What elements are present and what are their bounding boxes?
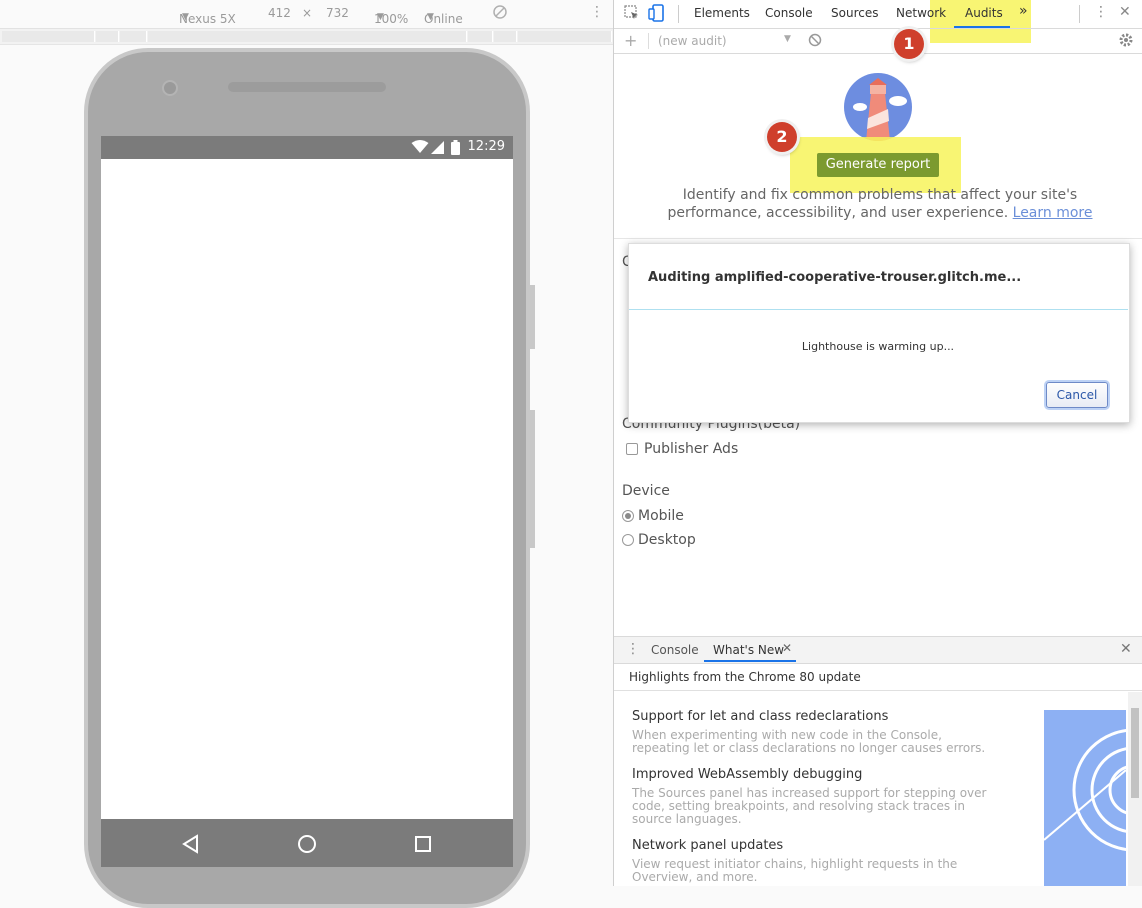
audits-description: Identify and fix common problems that af…	[650, 186, 1110, 222]
devtools-tab-bar: Elements Console Sources Network Audits …	[614, 0, 1142, 29]
chevron-down-icon: ▼	[784, 34, 791, 44]
tab-sources[interactable]: Sources	[831, 6, 878, 20]
mobile-radio[interactable]	[622, 510, 634, 522]
whats-new-illustration	[1044, 710, 1126, 886]
status-time: 12:29	[467, 139, 505, 154]
home-icon[interactable]	[297, 834, 317, 858]
step-marker-1: 1	[894, 29, 924, 59]
tab-elements[interactable]: Elements	[694, 6, 750, 20]
inspect-element-icon[interactable]	[624, 5, 640, 24]
whats-new-item-body: When experimenting with new code in the …	[632, 728, 986, 755]
mobile-label: Mobile	[638, 508, 684, 524]
publisher-ads-label: Publisher Ads	[644, 441, 739, 457]
whats-new-item-body: View request initiator chains, highlight…	[632, 857, 958, 884]
chevron-down-icon: ▼	[427, 12, 434, 22]
back-icon[interactable]	[181, 834, 201, 858]
whats-new-item-title[interactable]: Support for let and class redeclarations	[632, 709, 888, 724]
phone-status-bar: 12:29	[101, 136, 513, 159]
description-line-1: Identify and fix common problems that af…	[682, 187, 1078, 203]
audit-select[interactable]: (new audit)	[658, 34, 727, 48]
drawer-menu-icon[interactable]: ⋮	[626, 641, 640, 657]
lighthouse-logo-icon	[844, 73, 912, 141]
chevron-down-icon: ▼	[182, 12, 189, 22]
media-query-ruler	[0, 29, 613, 45]
whats-new-item-title[interactable]: Improved WebAssembly debugging	[632, 767, 862, 782]
phone-nav-bar	[101, 819, 513, 867]
phone-camera	[162, 80, 178, 96]
battery-icon	[451, 140, 460, 159]
drawer-tab-console[interactable]: Console	[651, 643, 699, 657]
whats-new-item-body: The Sources panel has increased support …	[632, 786, 987, 826]
dimension-separator: ×	[302, 6, 313, 20]
publisher-ads-checkbox[interactable]	[626, 443, 638, 455]
whats-new-highlights: Highlights from the Chrome 80 update	[629, 670, 861, 684]
device-toolbar-toggle-icon[interactable]	[648, 4, 666, 25]
description-text: performance, accessibility, and user exp…	[667, 205, 1009, 221]
dialog-status-message: Lighthouse is warming up...	[801, 340, 955, 353]
dialog-divider	[629, 309, 1128, 310]
cancel-button[interactable]: Cancel	[1046, 382, 1108, 408]
dialog-title: Auditing amplified-cooperative-trouser.g…	[648, 270, 1022, 285]
device-toolbar: Nexus 5X ▼ 412 × 732 100% ▼ Online ▼ ⋮	[0, 0, 613, 29]
wifi-icon	[411, 140, 429, 158]
clear-icon[interactable]	[808, 33, 822, 50]
devtools-menu-icon[interactable]: ⋮	[1094, 4, 1108, 20]
whats-new-item-title[interactable]: Network panel updates	[632, 838, 783, 853]
recents-icon[interactable]	[414, 835, 432, 857]
settings-gear-icon[interactable]	[1118, 32, 1134, 51]
rotate-icon[interactable]	[492, 4, 508, 23]
tab-console[interactable]: Console	[765, 6, 813, 20]
desktop-radio[interactable]	[622, 534, 634, 546]
signal-icon	[431, 141, 444, 158]
tab-audits[interactable]: Audits	[965, 6, 1003, 20]
close-drawer-icon[interactable]: ✕	[1120, 641, 1132, 657]
description-line-2: performance, accessibility, and user exp…	[650, 204, 1110, 222]
more-options-icon[interactable]: ⋮	[590, 4, 604, 20]
phone-side-button	[530, 410, 535, 548]
phone-viewport[interactable]	[101, 159, 513, 819]
close-icon[interactable]: ✕	[1119, 4, 1131, 20]
active-tab-indicator	[954, 26, 1010, 28]
step-marker-2: 2	[767, 122, 797, 152]
device-heading: Device	[622, 483, 670, 499]
active-drawer-tab-indicator	[704, 660, 796, 662]
more-tabs-icon[interactable]: »	[1019, 3, 1028, 19]
divider	[614, 690, 1142, 691]
chevron-down-icon: ▼	[377, 12, 384, 22]
new-audit-icon[interactable]: +	[624, 31, 637, 50]
desktop-label: Desktop	[638, 532, 696, 548]
close-tab-icon[interactable]: ✕	[782, 641, 792, 655]
audits-toolbar: + (new audit) ▼	[614, 29, 1142, 54]
generate-report-button[interactable]: Generate report	[817, 153, 939, 177]
height-input[interactable]: 732	[326, 6, 349, 20]
scrollbar-thumb[interactable]	[1131, 708, 1139, 798]
drawer-tab-bar: ⋮ Console What's New ✕ ✕	[614, 636, 1142, 664]
tab-network[interactable]: Network	[896, 6, 946, 20]
learn-more-link[interactable]: Learn more	[1013, 205, 1093, 221]
phone-side-button	[530, 285, 535, 349]
divider	[614, 238, 1142, 239]
width-input[interactable]: 412	[268, 6, 291, 20]
drawer-tab-whats-new[interactable]: What's New	[713, 643, 784, 657]
phone-speaker	[228, 82, 386, 92]
